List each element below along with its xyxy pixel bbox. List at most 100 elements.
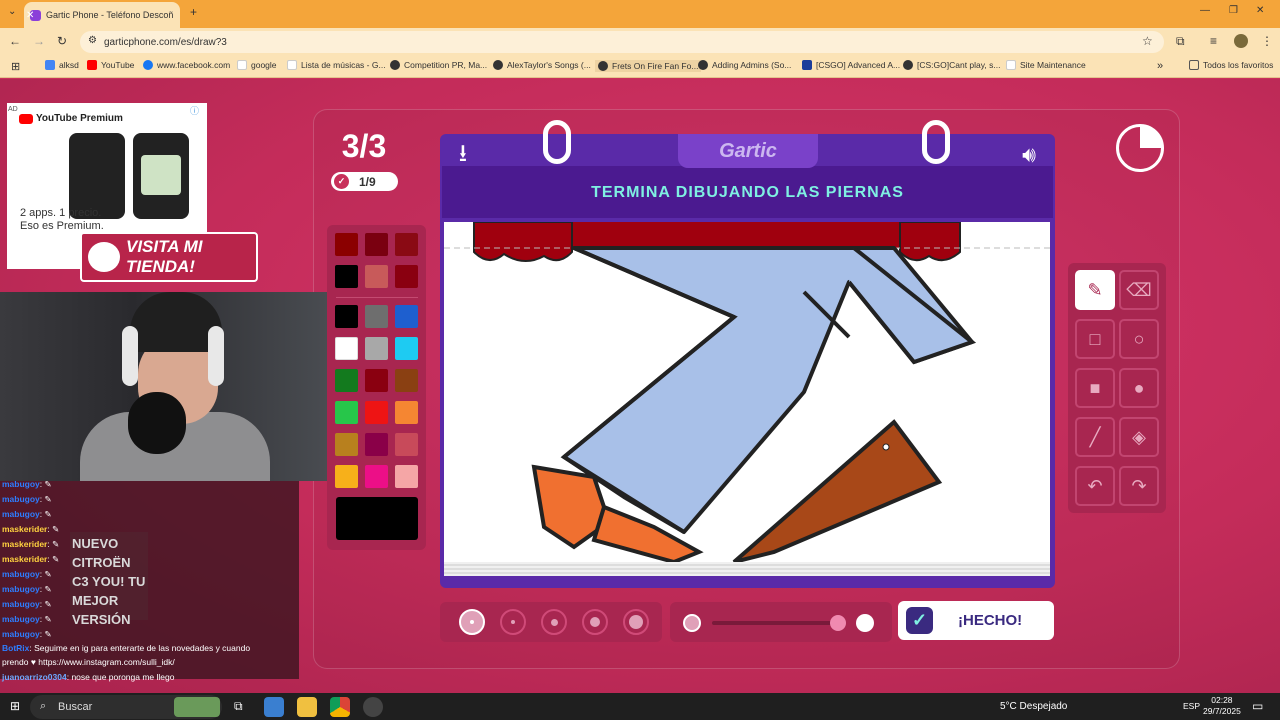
brush-size-3[interactable] bbox=[541, 609, 567, 635]
tab-search-icon[interactable]: ⌄ bbox=[8, 6, 16, 17]
color-swatch[interactable] bbox=[395, 369, 418, 392]
color-swatch[interactable] bbox=[365, 465, 388, 488]
pencil-tool[interactable]: ✎ bbox=[1075, 270, 1115, 310]
color-swatch[interactable] bbox=[395, 265, 418, 288]
bookmarks-overflow-icon[interactable]: » bbox=[1157, 60, 1163, 72]
chrome-taskbar-icon[interactable] bbox=[330, 697, 350, 717]
color-swatch[interactable] bbox=[395, 233, 418, 256]
bookmark-0[interactable]: alksd bbox=[45, 60, 79, 70]
line-icon: ╱ bbox=[1089, 426, 1101, 447]
color-swatch[interactable] bbox=[335, 433, 358, 456]
bookmark-3[interactable]: google bbox=[237, 60, 277, 70]
opacity-slider[interactable] bbox=[712, 621, 838, 625]
drawing-canvas[interactable] bbox=[444, 222, 1050, 562]
bucket-tool[interactable]: ◈ bbox=[1119, 417, 1159, 457]
done-button-label: ¡HECHO! bbox=[958, 612, 1023, 629]
volume-icon[interactable]: 🔊︎ bbox=[1012, 142, 1046, 168]
bookmark-2[interactable]: www.facebook.com bbox=[143, 60, 230, 70]
redo-button[interactable]: ↷ bbox=[1119, 466, 1159, 506]
notifications-icon[interactable]: ▭ bbox=[1252, 699, 1263, 713]
site-info-icon[interactable]: ⚙ bbox=[88, 35, 97, 46]
color-swatch[interactable] bbox=[365, 369, 388, 392]
profile-avatar[interactable] bbox=[1234, 34, 1248, 48]
opacity-max-icon bbox=[856, 614, 874, 632]
circle-fill-tool[interactable]: ● bbox=[1119, 368, 1159, 408]
color-swatch[interactable] bbox=[365, 305, 388, 328]
color-swatch[interactable] bbox=[395, 433, 418, 456]
phone-image-2 bbox=[133, 133, 189, 219]
color-swatch[interactable] bbox=[365, 433, 388, 456]
drawing-prompt: TERMINA DIBUJANDO LAS PIERNAS bbox=[591, 184, 904, 201]
new-tab-icon[interactable]: + bbox=[190, 5, 197, 19]
bookmark-9[interactable]: [CSGO] Advanced A... bbox=[802, 60, 900, 70]
all-bookmarks-folder[interactable]: Todos los favoritos bbox=[1189, 60, 1273, 70]
square-fill-icon: ■ bbox=[1089, 377, 1101, 398]
bookmark-1[interactable]: YouTube bbox=[87, 60, 134, 70]
chat-username: maskerider bbox=[2, 539, 48, 549]
reload-icon[interactable]: ↻ bbox=[57, 34, 67, 48]
minimize-icon[interactable]: — bbox=[1200, 5, 1210, 16]
brush-size-5[interactable] bbox=[623, 609, 649, 635]
brush-size-4[interactable] bbox=[582, 609, 608, 635]
brush-size-2[interactable] bbox=[500, 609, 526, 635]
bookmark-4[interactable]: Lista de músicas - G... bbox=[287, 60, 386, 70]
undo-button[interactable]: ↶ bbox=[1075, 466, 1115, 506]
weather-widget[interactable]: 5°C Despejado bbox=[1000, 701, 1067, 712]
color-swatch[interactable] bbox=[395, 465, 418, 488]
color-swatch[interactable] bbox=[335, 465, 358, 488]
color-swatch[interactable] bbox=[365, 265, 388, 288]
language-indicator[interactable]: ESP bbox=[1183, 701, 1200, 711]
task-view-icon[interactable]: ⧉ bbox=[234, 699, 243, 714]
color-swatch[interactable] bbox=[335, 305, 358, 328]
bookmark-5[interactable]: Competition PR, Ma... bbox=[390, 60, 487, 70]
download-icon[interactable]: ⭳ bbox=[450, 142, 476, 166]
address-bar[interactable]: garticphone.com/es/draw?3 bbox=[80, 31, 1164, 53]
color-swatch[interactable] bbox=[365, 337, 388, 360]
eraser-tool[interactable]: ⌫ bbox=[1119, 270, 1159, 310]
square-outline-tool[interactable]: □ bbox=[1075, 319, 1115, 359]
chat-username: mabugoy bbox=[2, 629, 40, 639]
back-icon[interactable]: ← bbox=[9, 34, 21, 48]
browser-tab[interactable]: Gartic Phone - Teléfono Descoñ ✕ bbox=[24, 2, 180, 28]
square-fill-tool[interactable]: ■ bbox=[1075, 368, 1115, 408]
media-icon[interactable]: ≡ bbox=[1210, 34, 1217, 48]
color-swatch[interactable] bbox=[335, 401, 358, 424]
color-swatch[interactable] bbox=[335, 265, 358, 288]
bookmark-star-icon[interactable]: ☆ bbox=[1142, 34, 1153, 48]
circle-outline-tool[interactable]: ○ bbox=[1119, 319, 1159, 359]
color-swatch[interactable] bbox=[365, 401, 388, 424]
bookmark-10[interactable]: [CS:GO]Cant play, s... bbox=[903, 60, 1000, 70]
color-swatch[interactable] bbox=[365, 233, 388, 256]
maximize-icon[interactable]: ❐ bbox=[1229, 5, 1238, 16]
line-tool[interactable]: ╱ bbox=[1075, 417, 1115, 457]
color-swatch[interactable] bbox=[395, 337, 418, 360]
close-window-icon[interactable]: ✕ bbox=[1256, 5, 1264, 16]
color-swatch[interactable] bbox=[395, 305, 418, 328]
color-swatch[interactable] bbox=[335, 233, 358, 256]
brush-size-1[interactable] bbox=[459, 609, 485, 635]
color-swatch[interactable] bbox=[395, 401, 418, 424]
windows-start-icon[interactable]: ⊞ bbox=[10, 699, 20, 713]
color-swatch[interactable] bbox=[335, 369, 358, 392]
search-highlight-image bbox=[174, 697, 220, 717]
bookmark-6[interactable]: AlexTaylor's Songs (... bbox=[493, 60, 591, 70]
bookmark-11[interactable]: Site Maintenance bbox=[1006, 60, 1086, 70]
obs-icon[interactable] bbox=[363, 697, 383, 717]
calculator-icon[interactable] bbox=[264, 697, 284, 717]
opacity-slider-handle[interactable] bbox=[830, 615, 846, 631]
chat-text: : ✎ bbox=[39, 509, 52, 519]
extensions-icon[interactable]: ⧉ bbox=[1176, 34, 1185, 49]
chat-message: maskerider: ✎ bbox=[2, 554, 59, 565]
bookmark-8[interactable]: Adding Admins (So... bbox=[698, 60, 791, 70]
file-explorer-icon[interactable] bbox=[297, 697, 317, 717]
bookmark-7[interactable]: Frets On Fire Fan Fo... bbox=[595, 60, 702, 72]
chat-username: mabugoy bbox=[2, 569, 40, 579]
apps-icon[interactable]: ⊞ bbox=[11, 60, 20, 73]
done-button[interactable]: ✓ ¡HECHO! bbox=[898, 601, 1054, 640]
system-clock[interactable]: 02:28 29/7/2025 bbox=[1203, 695, 1241, 717]
forward-icon[interactable]: → bbox=[33, 34, 45, 48]
menu-icon[interactable]: ⋮ bbox=[1261, 34, 1273, 48]
color-swatch[interactable] bbox=[335, 337, 358, 360]
close-tab-icon[interactable]: ✕ bbox=[26, 10, 34, 21]
ad-info-icon[interactable]: ⓘ bbox=[190, 104, 199, 117]
